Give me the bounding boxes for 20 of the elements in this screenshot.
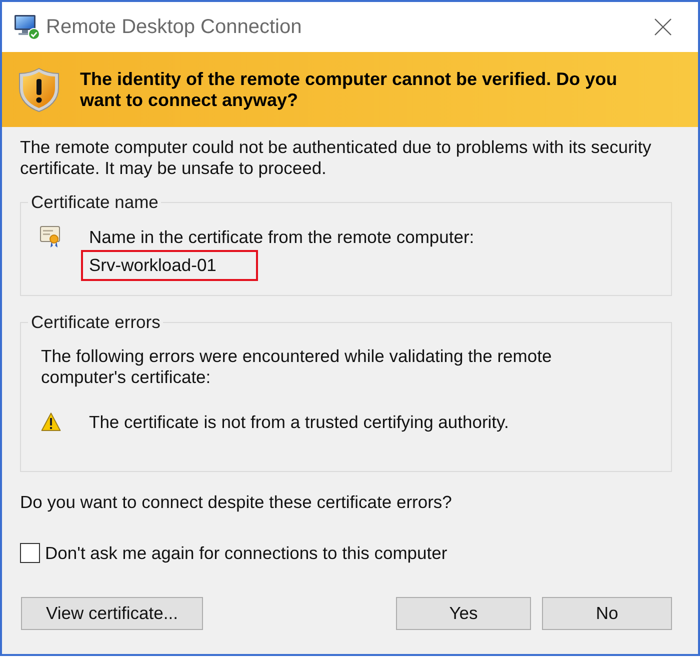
certificate-icon — [40, 226, 60, 248]
checkbox-label[interactable]: Don't ask me again for connections to this computer — [45, 542, 448, 564]
group-label: Certificate name — [30, 192, 160, 213]
question-text: Do you want to connect despite these certificate errors? — [20, 492, 453, 512]
banner-message: The identity of the remote computer cannot be verified. Do you want to connect anyway? — [80, 68, 618, 110]
close-icon[interactable] — [654, 18, 672, 36]
view-certificate-button[interactable]: View certificate... — [21, 596, 203, 630]
certificate-label: Name in the certificate from the remote computer: — [89, 227, 474, 248]
window-title: Remote Desktop Connection — [46, 15, 302, 39]
error-message: The certificate is not from a trusted certifying authority. — [89, 412, 509, 432]
shield-warning-icon — [18, 66, 60, 112]
monitor-icon — [14, 14, 40, 40]
no-button[interactable]: No — [542, 596, 672, 630]
checkbox[interactable] — [20, 543, 40, 563]
description-text: The remote computer could not be authenticated due to problems with its security certificate. It may be unsafe to proceed. — [20, 137, 652, 179]
yes-button[interactable]: Yes — [396, 596, 531, 630]
warning-icon — [41, 412, 61, 432]
group-label: Certificate errors — [30, 312, 162, 332]
certificate-name: Srv-workload-01 — [89, 254, 218, 276]
errors-intro: The following errors were encountered while validating the remote computer's certificate: — [41, 346, 553, 388]
